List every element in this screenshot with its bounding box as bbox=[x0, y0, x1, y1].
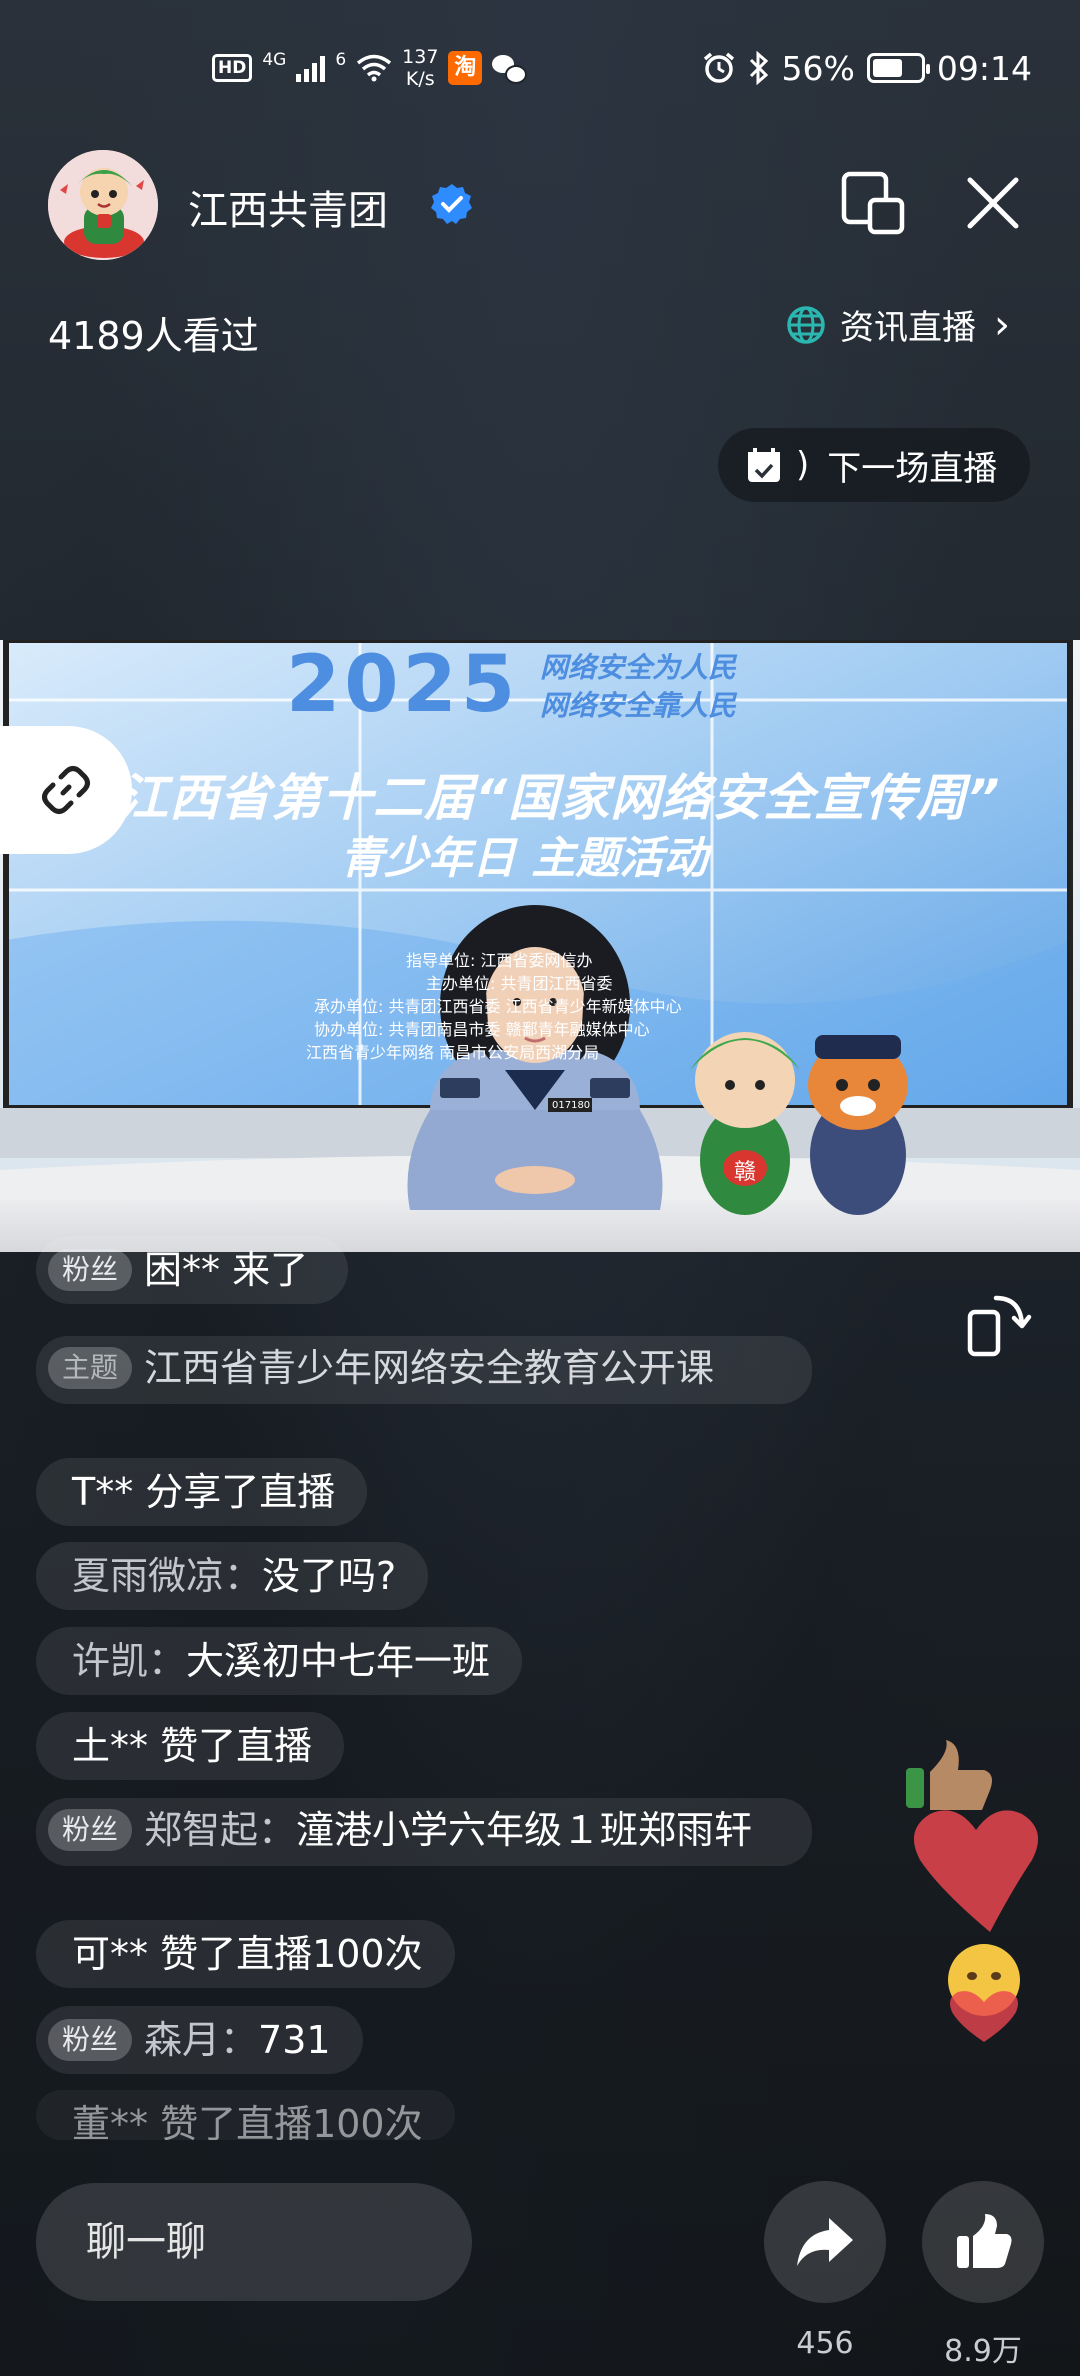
comment-username: 森月： bbox=[144, 2018, 259, 2062]
comment-item: 夏雨微凉：没了吗? bbox=[36, 1542, 429, 1610]
police-badge-number: 017180 bbox=[552, 1100, 591, 1111]
chat-input[interactable]: 聊一聊 bbox=[36, 2183, 472, 2301]
floating-window-icon[interactable] bbox=[840, 170, 906, 236]
comment-username: 郑智起： bbox=[144, 1808, 297, 1852]
comment-username: 夏雨微凉： bbox=[72, 1554, 263, 1598]
floating-like-reactions bbox=[906, 1740, 1039, 2042]
comment-text: 江西省青少年网络安全教育公开课 bbox=[144, 1346, 715, 1390]
next-live-button[interactable]: ) 下一场直播 bbox=[718, 428, 1030, 502]
link-button[interactable] bbox=[0, 726, 132, 854]
like-button[interactable] bbox=[922, 2181, 1044, 2303]
channel-avatar[interactable] bbox=[48, 150, 158, 260]
category-label: 资讯直播 bbox=[840, 308, 976, 348]
alarm-icon bbox=[703, 52, 734, 83]
hd-indicator: HD bbox=[212, 54, 253, 82]
banner-title-1: 江西省第十二届“国家网络安全宣传周” bbox=[118, 769, 1001, 827]
topic-badge: 主题 bbox=[48, 1347, 133, 1389]
speed-unit: K/s bbox=[405, 68, 435, 90]
banner-slogan-2: 网络安全靠人民 bbox=[540, 689, 737, 722]
heart-reaction-icon bbox=[913, 1810, 1039, 1932]
banner-credit-5: 江西省青少年网络 南昌市公安局西湖分局 bbox=[306, 1043, 600, 1062]
banner-credit-4: 协办单位: 共青团南昌市委 赣鄱青年融媒体中心 bbox=[314, 1020, 650, 1039]
comment-text: 可** 赞了直播100次 bbox=[72, 1932, 423, 1976]
comment-item: T** 分享了直播 bbox=[36, 1458, 368, 1526]
calendar-icon bbox=[748, 448, 780, 482]
comment-text: 董** 赞了直播100次 bbox=[72, 2102, 423, 2140]
next-live-label: 下一场直播 bbox=[827, 448, 998, 489]
speed-value: 137 bbox=[402, 46, 439, 68]
wechat-notification-icon bbox=[492, 53, 528, 84]
network-type-2: 6 bbox=[335, 50, 347, 70]
comment-item: 许凯：大溪初中七年一班 bbox=[36, 1627, 523, 1695]
battery-percent: 56% bbox=[781, 48, 855, 88]
mascot-avatar-image bbox=[48, 150, 158, 260]
banner-credit-3: 承办单位: 共青团江西省委 江西省青少年新媒体中心 bbox=[314, 997, 682, 1016]
comment-text: 没了吗? bbox=[262, 1554, 397, 1598]
network-type: 4G bbox=[262, 50, 287, 70]
thumbs-up-icon bbox=[957, 2214, 1012, 2268]
status-bar-right: 56% 09:14 bbox=[702, 40, 1032, 96]
globe-icon bbox=[787, 305, 825, 344]
thumbs-up-reaction-icon bbox=[906, 1740, 992, 1810]
chevron-right-icon: › bbox=[994, 301, 1010, 348]
banner-credit-1: 指导单位: 江西省委网信办 bbox=[406, 951, 593, 970]
video-frame bbox=[0, 640, 1080, 1252]
comment-item: 土** 赞了直播 bbox=[36, 1712, 345, 1780]
banner-year: 2025 bbox=[286, 640, 520, 730]
share-icon bbox=[797, 2218, 853, 2266]
comment-text: 潼港小学六年级１班郑雨轩 bbox=[296, 1808, 753, 1852]
comment-item: 粉丝 森月：731 bbox=[36, 2006, 363, 2074]
comment-text: 大溪初中七年一班 bbox=[186, 1639, 491, 1683]
comment-item: 粉丝 郑智起：潼港小学六年级１班郑雨轩 bbox=[36, 1798, 812, 1866]
clock: 09:14 bbox=[936, 48, 1032, 88]
banner-title-2: 青少年日 主题活动 bbox=[340, 833, 708, 884]
share-count: 456 bbox=[796, 2326, 854, 2361]
bluetooth-icon bbox=[749, 51, 768, 85]
verified-badge-icon bbox=[431, 184, 472, 224]
network-speed: 137 K/s bbox=[402, 46, 438, 90]
fan-badge: 粉丝 bbox=[48, 2019, 133, 2061]
comment-username: 许凯： bbox=[72, 1639, 187, 1683]
comment-item: 董** 赞了直播100次 bbox=[36, 2090, 455, 2140]
signal-icon bbox=[296, 54, 326, 82]
like-count: 8.9万 bbox=[944, 2334, 1022, 2369]
category-link[interactable]: 资讯直播 › bbox=[786, 300, 1010, 349]
comment-text: 731 bbox=[258, 2018, 331, 2062]
comment-text: 困** 来了 bbox=[144, 1248, 309, 1292]
comment-item: 可** 赞了直播100次 bbox=[36, 1920, 455, 1988]
fan-badge: 粉丝 bbox=[48, 1809, 133, 1851]
mascot-badge-char: 赣 bbox=[734, 1160, 757, 1185]
comment-text: 土** 赞了直播 bbox=[72, 1724, 313, 1768]
battery-icon bbox=[866, 53, 930, 83]
banner-slogan-1: 网络安全为人民 bbox=[540, 651, 737, 684]
live-video-player[interactable]: 2025 网络安全为人民 网络安全靠人民 江西省第十二届“国家网络安全宣传周” … bbox=[0, 640, 1080, 1252]
taobao-notification-icon: 淘 bbox=[448, 51, 483, 85]
fan-badge: 粉丝 bbox=[48, 1249, 133, 1291]
wifi-icon bbox=[357, 54, 392, 82]
next-live-prefix: ) bbox=[796, 445, 810, 485]
share-button[interactable] bbox=[764, 2181, 886, 2303]
live-stream-screen: HD 4G 6 137 K/s 淘 56% 09:14 江西共青团 4189人看… bbox=[0, 0, 1080, 2376]
channel-name[interactable]: 江西共青团 bbox=[188, 178, 388, 236]
viewer-count: 4189人看过 bbox=[48, 314, 259, 358]
status-bar: HD 4G 6 137 K/s 淘 56% 09:14 bbox=[0, 40, 1080, 96]
comment-item: 粉丝 困** 来了 bbox=[36, 1236, 349, 1304]
status-bar-left: HD 4G 6 137 K/s 淘 bbox=[212, 40, 528, 96]
banner-credit-2: 主办单位: 共青团江西省委 bbox=[426, 974, 613, 993]
comment-text: T** 分享了直播 bbox=[72, 1470, 336, 1514]
close-icon[interactable] bbox=[962, 172, 1024, 234]
rotate-screen-icon[interactable] bbox=[966, 1290, 1032, 1358]
link-icon bbox=[42, 766, 90, 814]
comment-topic: 主题 江西省青少年网络安全教育公开课 bbox=[36, 1336, 812, 1404]
